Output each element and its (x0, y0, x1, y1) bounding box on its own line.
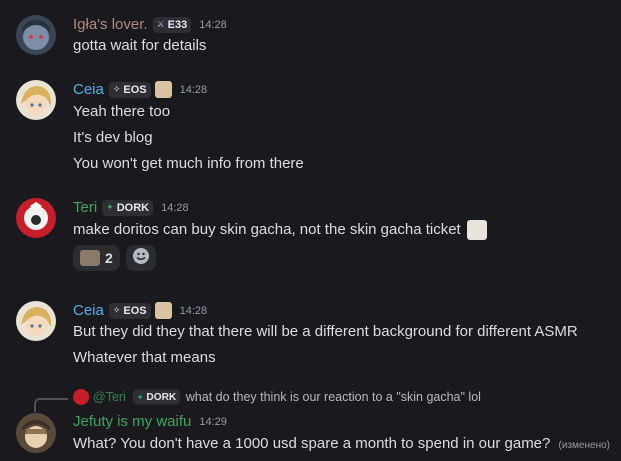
sparkle-icon: ✧ (112, 305, 121, 315)
message-text: Whatever that means (73, 349, 216, 366)
reply-preview[interactable]: @Teri ✦ DORK what do they think is our r… (73, 389, 481, 405)
anime-face-emoji-icon (80, 250, 100, 266)
timestamp: 14:28 (199, 18, 227, 31)
sparkle-icon: ✧ (112, 84, 121, 94)
avatar[interactable] (16, 15, 56, 55)
reaction-button[interactable]: 2 (73, 245, 120, 271)
reactions: 2 (73, 245, 156, 271)
message-text: But they did they that there will be a d… (73, 323, 578, 340)
add-reaction-button[interactable] (125, 245, 156, 271)
timestamp: 14:28 (179, 83, 208, 96)
sparkle-icon: ✦ (106, 202, 114, 212)
avatar[interactable] (16, 413, 56, 453)
timestamp: 14:28 (179, 304, 208, 317)
reply-avatar (73, 389, 89, 405)
grin-emoji-icon (466, 220, 487, 240)
timestamp: 14:29 (199, 415, 227, 428)
timestamp: 14:28 (161, 201, 189, 214)
sword-icon: ⚔ (156, 19, 165, 29)
username[interactable]: Igła's lover. (73, 16, 148, 33)
role-tag[interactable]: ⚔ E33 (152, 16, 192, 33)
avatar[interactable] (16, 301, 56, 341)
username[interactable]: Teri (73, 199, 97, 216)
reply-username[interactable]: @Teri (93, 390, 126, 404)
character-emoji-icon (154, 302, 172, 319)
smile-icon (132, 247, 150, 270)
reply-spine (34, 398, 68, 412)
avatar[interactable] (16, 80, 56, 120)
username[interactable]: Ceia (73, 81, 104, 98)
sparkle-icon: ✦ (136, 391, 144, 402)
reaction-count: 2 (105, 250, 113, 266)
message-text: What? You don't have a 1000 usd spare a … (73, 435, 610, 452)
role-tag[interactable]: ✧ EOS (108, 302, 151, 319)
message-text: It's dev blog (73, 129, 153, 146)
username[interactable]: Jefuty is my waifu (73, 413, 191, 430)
username[interactable]: Ceia (73, 302, 104, 319)
role-tag[interactable]: ✦ DORK (132, 389, 180, 405)
character-emoji-icon (154, 81, 172, 98)
role-tag[interactable]: ✧ EOS (108, 81, 151, 98)
message-text: You won't get much info from there (73, 155, 304, 172)
role-tag[interactable]: ✦ DORK (102, 199, 154, 216)
message-text: Yeah there too (73, 103, 171, 120)
message-text: gotta wait for details (73, 37, 207, 54)
edited-label: (изменено) (558, 440, 610, 451)
message-text: make doritos can buy skin gacha, not the… (73, 220, 487, 240)
avatar[interactable] (16, 198, 56, 238)
reply-text: what do they think is our reaction to a … (185, 390, 481, 404)
